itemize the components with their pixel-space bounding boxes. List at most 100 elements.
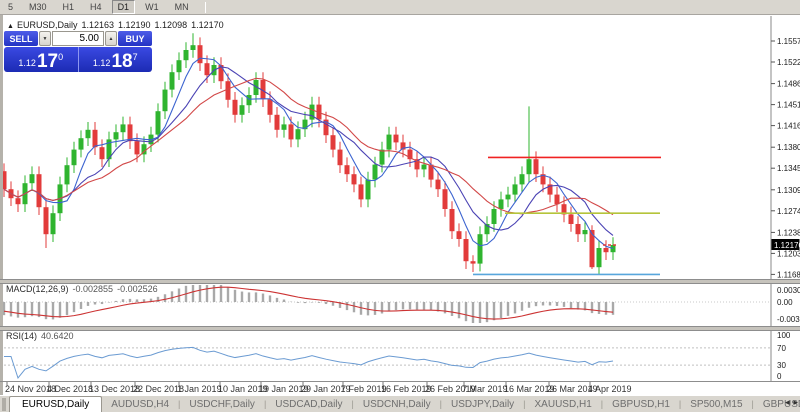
sell-price-prefix: 1.12 [18,58,36,68]
period-toolbar: 5 M30 H1H4 D1W1 MN [0,0,800,15]
tabs-scroll-left-icon[interactable]: ◂ [785,397,790,408]
candle-body [366,180,371,200]
ohlc-open: 1.12163 [81,20,114,30]
candle-body [65,165,70,184]
sell-button[interactable]: SELL [4,31,38,46]
candle-body [443,189,448,209]
candle-body [352,174,357,184]
candle-body [583,230,588,234]
chart-tab-audusd-h4[interactable]: AUDUSD,H4 [102,398,178,411]
candle-body [114,132,119,139]
candle-body [492,209,497,224]
price-tick-label: 1.15570 [777,37,800,46]
volume-decrease-button[interactable]: ▼ [39,31,51,46]
price-tick-label: 1.14860 [777,80,800,89]
candle-body [282,124,287,129]
candle-body [93,130,98,147]
chart-tab-sp500-m15[interactable]: SP500,M15 [681,398,751,411]
period-button-d1[interactable]: D1 [112,0,136,14]
candle-body [163,90,168,112]
current-price-label: 1.12170 [774,241,800,250]
candle-body [247,95,252,105]
chart-tab-usdcad-daily[interactable]: USDCAD,Daily [266,398,351,411]
candle-body [604,248,609,252]
candle-body [506,195,511,200]
rsi-line [4,347,613,378]
candle-body [471,261,476,263]
pane-splitter-rsi[interactable] [0,326,800,331]
candle-body [205,63,210,75]
date-label: 7 Feb 2019 [341,384,387,394]
candle-body [240,105,245,115]
rsi-indicator-label: RSI(14)40.6420 [6,331,74,341]
buy-price-point: 7 [133,52,138,62]
period-button-w1[interactable]: W1 [139,0,165,14]
candle-body [170,72,175,89]
candle-body [436,180,441,190]
macd-signal-value: -0.002526 [117,284,158,294]
candle-body [51,213,56,234]
volume-increase-button[interactable]: ▲ [105,31,117,46]
chart-tab-usdchf-daily[interactable]: USDCHF,Daily [180,398,264,411]
candle-body [268,99,273,115]
price-tick-label: 1.12380 [777,228,800,237]
tabbar-grip[interactable] [2,398,6,411]
volume-input[interactable]: 5.00 [52,31,104,46]
sell-price-point: 0 [58,52,63,62]
ohlc-high: 1.12190 [118,20,151,30]
sell-price-pips: 17 [37,53,58,70]
candle-body [331,135,336,149]
buy-button[interactable]: BUY [118,31,152,46]
date-label: 7 Mar 2019 [462,384,508,394]
collapse-panel-icon[interactable]: ▲ [7,23,14,30]
candle-body [345,165,350,174]
candle-body [16,198,21,204]
candle-body [198,45,203,63]
candle-body [359,184,364,199]
period-button-5[interactable]: 5 [2,0,19,14]
buy-price-pips: 18 [111,53,132,70]
date-label: 4 Dec 2018 [47,384,93,394]
candle-body [44,207,49,234]
period-button-h4[interactable]: H4 [84,0,108,14]
candle-body [30,174,35,183]
tabs-scroll-right-icon[interactable]: ▸ [793,397,798,408]
rsi-name: RSI(14) [6,331,37,341]
candle-body [338,150,343,166]
chart-tab-usdjpy-daily[interactable]: USDJPY,Daily [442,398,523,411]
candle-body [100,147,105,159]
chart-tab-usdcnh-daily[interactable]: USDCNH,Daily [354,398,440,411]
candle-body [233,100,238,115]
period-button-mn[interactable]: MN [169,0,195,14]
candle-body [184,50,189,60]
candle-body [569,214,574,224]
buy-price-quote[interactable]: 1.12 18 7 [79,47,153,72]
ohlc-close: 1.12170 [191,20,224,30]
buy-price-prefix: 1.12 [93,58,111,68]
chart-tab-eurusd-daily[interactable]: EURUSD,Daily [9,396,102,412]
chart-tab-xauusd-h1[interactable]: XAUUSD,H1 [526,398,601,411]
candle-body [464,239,469,261]
candle-body [513,184,518,194]
candle-body [394,135,399,143]
chart-tab-gbpusd-h1[interactable]: GBPUSD,H1 [603,398,679,411]
candle-body [37,174,42,207]
chart-symbol-title: EURUSD,Daily [17,20,78,30]
candle-body [121,124,126,132]
price-tick-label: 1.12030 [777,249,800,258]
period-button-m30[interactable]: M30 [23,0,53,14]
candle-body [422,165,427,170]
candle-body [289,124,294,139]
candle-body [387,135,392,150]
candle-body [373,165,378,180]
price-tick-label: 1.15220 [777,58,800,67]
candle-body [296,129,301,139]
pane-border [0,381,800,382]
sell-price-quote[interactable]: 1.12 17 0 [4,47,79,72]
period-button-h1[interactable]: H1 [57,0,81,14]
macd-axis-label: 0.003095 [777,286,800,295]
candle-body [520,174,525,184]
window-left-border [0,15,3,395]
price-tick-label: 1.14160 [777,122,800,131]
candle-body [499,199,504,209]
